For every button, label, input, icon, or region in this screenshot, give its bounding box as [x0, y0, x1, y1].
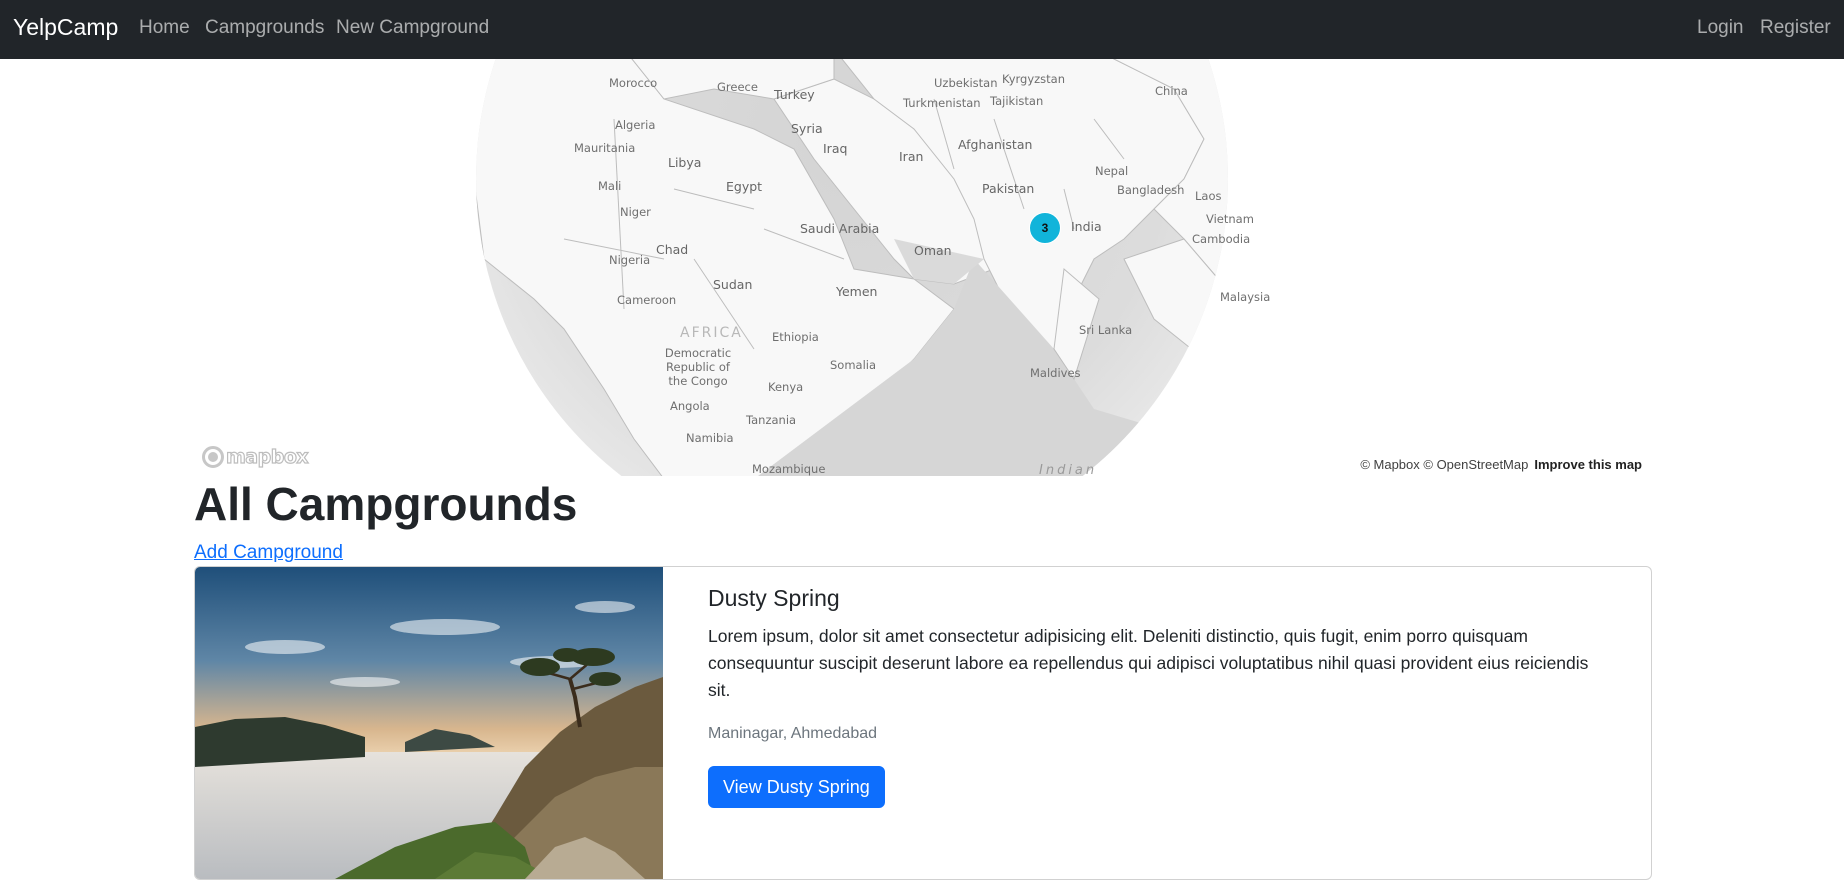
- map-label-bangladesh: Bangladesh: [1117, 183, 1185, 197]
- map-label-greece: Greece: [717, 80, 758, 94]
- map-label-pakistan: Pakistan: [982, 181, 1035, 196]
- map-label-mauritania: Mauritania: [574, 141, 636, 155]
- map-label-egypt: Egypt: [726, 179, 763, 194]
- map-label-kenya: Kenya: [768, 380, 804, 394]
- map-label-mozambique: Mozambique: [752, 462, 826, 476]
- map-label-chad: Chad: [656, 242, 689, 257]
- campground-title: Dusty Spring: [708, 585, 840, 611]
- campground-card: Dusty Spring Lorem ipsum, dolor sit amet…: [194, 566, 1652, 880]
- campground-description: Lorem ipsum, dolor sit amet consectetur …: [708, 626, 1589, 700]
- map-label-cameroon: Cameroon: [617, 293, 677, 307]
- map-label-kyrgyzstan: Kyrgyzstan: [1002, 72, 1066, 86]
- map-label-africa: AFRICA: [680, 325, 743, 341]
- map-label-mali: Mali: [598, 179, 622, 193]
- nav-link-register[interactable]: Register: [1760, 17, 1831, 39]
- map-label-namibia: Namibia: [686, 431, 734, 445]
- attribution-text[interactable]: © Mapbox © OpenStreetMap: [1360, 457, 1528, 472]
- map-label-indian-ocean: Indian: [1039, 463, 1098, 476]
- map-label-uzbekistan: Uzbekistan: [934, 76, 998, 90]
- map-label-niger: Niger: [620, 205, 651, 219]
- page-title: All Campgrounds: [194, 478, 578, 530]
- map-label-angola: Angola: [670, 399, 710, 413]
- map-label-drc: Democratic Republic of the Congo: [664, 346, 732, 388]
- map-label-sri-lanka: Sri Lanka: [1079, 323, 1133, 337]
- map-label-ethiopia: Ethiopia: [772, 330, 819, 344]
- map-label-tajikistan: Tajikistan: [990, 94, 1044, 108]
- map-label-sudan: Sudan: [713, 277, 753, 292]
- cluster-marker[interactable]: 3: [1029, 212, 1061, 244]
- map-label-yemen: Yemen: [836, 284, 878, 299]
- campground-location: Maninagar, Ahmedabad: [708, 725, 878, 742]
- map-label-morocco: Morocco: [609, 76, 658, 90]
- nav-link-campgrounds[interactable]: Campgrounds: [205, 17, 324, 39]
- nav-link-login[interactable]: Login: [1697, 17, 1744, 39]
- mapbox-logo-text: mapbox: [225, 445, 309, 468]
- map-label-malaysia: Malaysia: [1220, 290, 1271, 304]
- nav-link-new-campground[interactable]: New Campground: [336, 17, 489, 39]
- map-label-tanzania: Tanzania: [746, 413, 797, 427]
- cluster-map[interactable]: Morocco Greece Turkey Uzbekistan Kyrgyzs…: [194, 59, 1650, 476]
- map-label-somalia: Somalia: [830, 358, 877, 372]
- map-label-maldives: Maldives: [1030, 366, 1081, 380]
- map-label-india: India: [1071, 219, 1102, 234]
- improve-map-link[interactable]: Improve this map: [1534, 457, 1642, 472]
- map-label-turkey: Turkey: [774, 87, 815, 102]
- map-label-nigeria: Nigeria: [609, 253, 651, 267]
- nav-link-home[interactable]: Home: [139, 17, 190, 39]
- map-label-iran: Iran: [899, 149, 924, 164]
- map-label-laos: Laos: [1195, 189, 1222, 203]
- map-label-syria: Syria: [791, 121, 823, 136]
- map-label-turkmenistan: Turkmenistan: [903, 96, 981, 110]
- map-label-oman: Oman: [914, 243, 952, 258]
- map-label-saudi-arabia: Saudi Arabia: [800, 221, 880, 236]
- navbar: YelpCamp Home Campgrounds New Campground…: [0, 0, 1844, 59]
- map-label-nepal: Nepal: [1095, 164, 1129, 178]
- map-label-algeria: Algeria: [615, 118, 656, 132]
- view-campground-button[interactable]: View Dusty Spring: [708, 766, 885, 808]
- mapbox-logo-icon: [202, 446, 224, 468]
- add-campground-link[interactable]: Add Campground: [194, 542, 343, 564]
- map-label-afghanistan: Afghanistan: [958, 137, 1033, 152]
- globe-graphic: [476, 59, 1228, 476]
- map-label-vietnam: Vietnam: [1206, 212, 1254, 226]
- map-attribution: © Mapbox © OpenStreetMap Improve this ma…: [1354, 453, 1650, 475]
- navbar-brand[interactable]: YelpCamp: [13, 14, 118, 41]
- map-label-iraq: Iraq: [823, 141, 848, 156]
- map-label-cambodia: Cambodia: [1192, 232, 1251, 246]
- map-label-china: China: [1155, 84, 1188, 98]
- campground-image: [195, 567, 663, 879]
- mapbox-logo[interactable]: mapbox: [202, 444, 309, 470]
- map-label-libya: Libya: [668, 155, 702, 170]
